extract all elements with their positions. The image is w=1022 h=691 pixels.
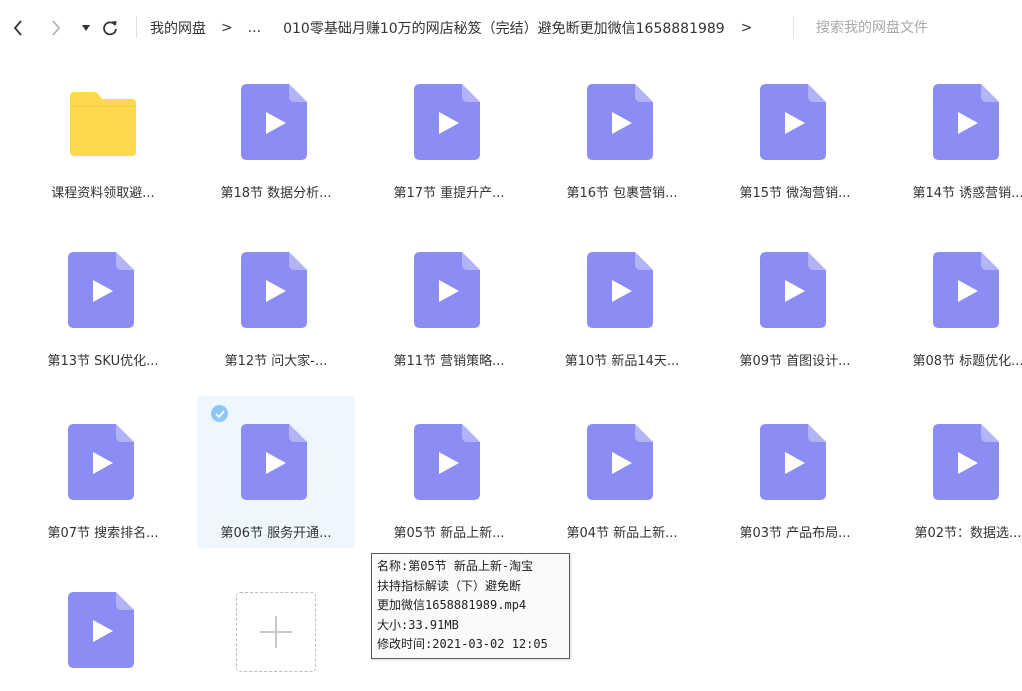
search-divider xyxy=(793,16,794,38)
file-name: 第17节 重提升产... xyxy=(393,186,505,201)
file-name: 课程资料领取避... xyxy=(51,186,155,201)
file-name: 第03节 产品布局... xyxy=(739,526,851,541)
file-item[interactable]: 第09节 首图设计... xyxy=(716,224,874,376)
video-file-icon xyxy=(760,252,826,328)
file-item[interactable]: 第03节 产品布局... xyxy=(716,396,874,548)
video-file-icon xyxy=(414,252,480,328)
refresh-button[interactable] xyxy=(100,17,120,39)
file-name: 第02节：数据选... xyxy=(914,526,1022,541)
video-file-icon xyxy=(587,252,653,328)
file-name: 第11节 营销策略... xyxy=(393,354,505,369)
history-dropdown-button[interactable] xyxy=(76,17,96,39)
file-name: 第18节 数据分析... xyxy=(220,186,332,201)
search-input[interactable]: 搜索我的网盘文件 xyxy=(816,17,928,39)
breadcrumb-item-root[interactable]: 我的网盘 xyxy=(150,18,206,38)
refresh-icon xyxy=(103,21,117,36)
video-file-icon xyxy=(414,424,480,500)
breadcrumb-item-ellipsis[interactable]: ... xyxy=(248,20,261,36)
file-item[interactable]: 第12节 问大家-... xyxy=(197,224,355,376)
file-name: 第13节 SKU优化... xyxy=(47,354,159,369)
tooltip-line: 修改时间:2021-03-02 12:05 xyxy=(377,637,548,651)
folder-item[interactable]: 课程资料领取避... xyxy=(24,56,182,208)
file-item[interactable]: 第05节 新品上新... xyxy=(370,396,528,548)
video-file-icon xyxy=(68,424,134,500)
breadcrumb-item-current[interactable]: 010零基础月赚10万的网店秘笈（完结）避免断更加微信1658881989 xyxy=(283,18,725,38)
tooltip-line: 名称:第05节 新品上新-淘宝 xyxy=(377,559,534,573)
caret-down-icon xyxy=(82,25,90,31)
video-file-icon xyxy=(933,84,999,160)
video-file-icon xyxy=(760,424,826,500)
breadcrumb-separator: > xyxy=(221,20,233,36)
file-item[interactable]: 第08节 标题优化... xyxy=(889,224,1022,376)
file-item[interactable]: 第18节 数据分析... xyxy=(197,56,355,208)
file-name: 第16节 包裹营销... xyxy=(566,186,678,201)
folder-icon xyxy=(70,92,136,156)
tooltip-line: 大小:33.91MB xyxy=(377,617,459,632)
file-item[interactable]: 第15节 微淘营销... xyxy=(716,56,874,208)
file-item[interactable]: 第17节 重提升产... xyxy=(370,56,528,208)
file-name: 第06节 服务开通... xyxy=(220,526,332,541)
video-file-icon xyxy=(241,252,307,328)
file-item[interactable]: 第10节 新品14天... xyxy=(543,224,701,376)
video-file-icon xyxy=(68,592,134,668)
video-file-icon xyxy=(587,424,653,500)
file-name: 第15节 微淘营销... xyxy=(739,186,851,201)
video-file-icon xyxy=(587,84,653,160)
video-file-icon xyxy=(933,252,999,328)
selected-check-icon[interactable] xyxy=(211,405,228,422)
file-name: 第08节 标题优化... xyxy=(912,354,1022,369)
breadcrumb: 我的网盘 > ... 010零基础月赚10万的网店秘笈（完结）避免断更加微信16… xyxy=(150,17,752,39)
file-tooltip: 名称:第05节 新品上新-淘宝 扶持指标解读（下）避免断 更加微信1658881… xyxy=(371,553,570,659)
upload-button[interactable] xyxy=(236,592,316,672)
upload-tile[interactable]: 上传文件 xyxy=(197,564,355,691)
file-item[interactable]: 第11节 营销策略... xyxy=(370,224,528,376)
breadcrumb-separator: > xyxy=(740,20,753,36)
file-item[interactable]: 第14节 诱惑营销... xyxy=(889,56,1022,208)
file-name: 第07节 搜索排名... xyxy=(47,526,159,541)
file-name: 第05节 新品上新... xyxy=(393,526,505,541)
back-button[interactable] xyxy=(8,17,28,39)
file-name: 第12节 问大家-... xyxy=(224,354,328,369)
toolbar: 我的网盘 > ... 010零基础月赚10万的网店秘笈（完结）避免断更加微信16… xyxy=(0,0,1022,56)
file-name: 第04节 新品上新... xyxy=(566,526,678,541)
tooltip-line: 更加微信1658881989.mp4 xyxy=(377,598,527,612)
video-file-icon xyxy=(68,252,134,328)
file-name: 第14节 诱惑营销... xyxy=(912,186,1022,201)
video-file-icon xyxy=(241,424,307,500)
video-file-icon xyxy=(414,84,480,160)
video-file-icon xyxy=(760,84,826,160)
chevron-right-icon xyxy=(52,20,61,36)
chevron-left-icon xyxy=(13,20,22,36)
file-item[interactable]: 第02节：数据选... xyxy=(889,396,1022,548)
file-name: 第10节 新品14天... xyxy=(564,354,680,369)
toolbar-divider xyxy=(136,16,137,38)
tooltip-line: 扶持指标解读（下）避免断 xyxy=(377,578,522,593)
file-item[interactable]: 第16节 包裹营销... xyxy=(543,56,701,208)
plus-icon xyxy=(260,616,292,648)
video-file-icon xyxy=(241,84,307,160)
file-item[interactable]: 第07节 搜索排名... xyxy=(24,396,182,548)
file-item[interactable]: 第04节 新品上新... xyxy=(543,396,701,548)
forward-button[interactable] xyxy=(46,17,66,39)
file-item[interactable]: 第13节 SKU优化... xyxy=(24,224,182,376)
video-file-icon xyxy=(933,424,999,500)
file-item[interactable]: 第01节：新手开... xyxy=(24,564,182,691)
file-item[interactable]: 第06节 服务开通... xyxy=(197,396,355,548)
file-name: 第09节 首图设计... xyxy=(739,354,851,369)
